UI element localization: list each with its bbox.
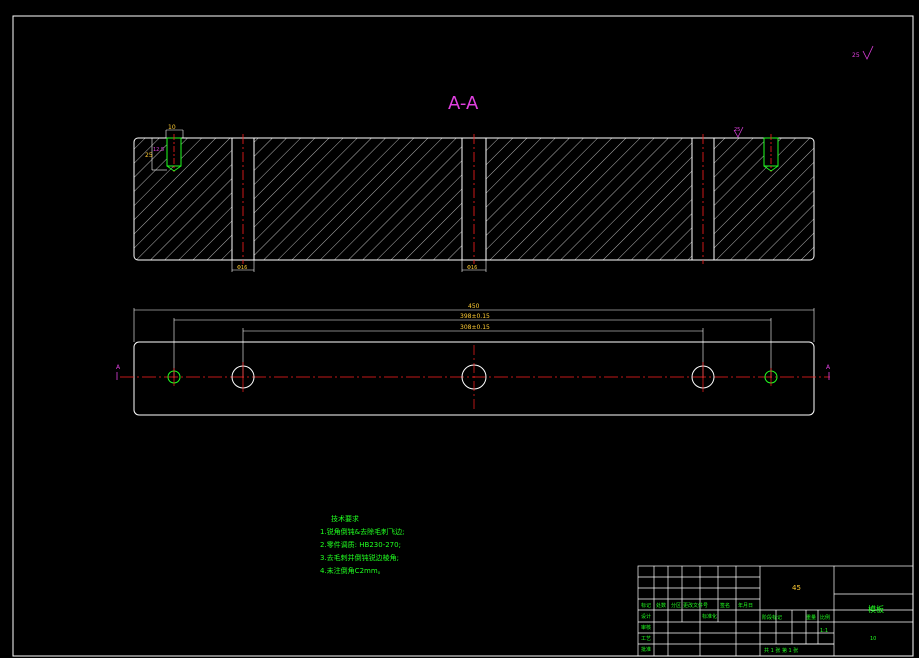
section-mark-right: A (826, 364, 831, 371)
tech-req-item-1: 1.锐角倒钝&去除毛刺飞边; (320, 528, 405, 536)
drawing-canvas: 25 A-A 10 25 12.5 25 Φ16 Φ16 450 398±0.1… (12, 15, 914, 657)
plan-view: 450 398±0.15 308±0.15 A A (116, 303, 831, 416)
tb-sheet: 共 1 张 第 1 张 (764, 647, 798, 654)
tb-weight: 重量 (806, 614, 816, 621)
tb-label-zone: 分区 (671, 602, 681, 609)
tb-scale: 1:1 (820, 628, 828, 634)
tb-label-mark: 标记 (641, 602, 651, 609)
section-title: A-A (448, 93, 479, 114)
tb-label-doc: 更改文件号 (683, 602, 708, 609)
tb-label-count: 处数 (656, 602, 666, 609)
tb-check: 审核 (641, 624, 651, 631)
roughness-left-hole-value: 12.5 (153, 147, 164, 153)
pin-hole-depth-label: 25 (145, 152, 153, 159)
section-mark-left: A (116, 364, 121, 371)
roughness-corner-value: 25 (852, 52, 860, 59)
left-hole-dim-label: Φ16 (237, 265, 247, 271)
tb-design: 设计 (641, 613, 651, 620)
section-view: 10 25 12.5 25 Φ16 Φ16 (133, 124, 815, 272)
tb-drawing-no: 10 (870, 636, 876, 642)
pin-hole-diameter-label: 10 (168, 124, 176, 131)
overall-length-label: 450 (468, 303, 480, 310)
tech-req-heading: 技术要求 (331, 515, 359, 523)
tb-scale-label: 比例 (820, 614, 830, 621)
tb-approve: 批准 (641, 646, 651, 653)
inner-holes-label: 308±0.15 (460, 324, 490, 331)
tech-req-item-4: 4.未注倒角C2mm。 (320, 567, 385, 575)
center-hole-dim-label: Φ16 (467, 265, 477, 271)
tech-req-item-3: 3.去毛刺并倒钝锐边棱角; (320, 554, 400, 562)
tb-stage-mark: 阶段标记 (762, 614, 782, 621)
outer-holes-label: 398±0.15 (460, 313, 490, 320)
tb-label-date: 年月日 (738, 602, 753, 609)
tech-req-item-2: 2.零件调质: HB230-270; (320, 541, 401, 549)
tb-craft: 工艺 (641, 636, 651, 642)
tb-material: 45 (792, 584, 801, 592)
roughness-symbol-corner: 25 (852, 45, 874, 60)
tb-part-name: 模板 (868, 604, 884, 614)
tb-standard: 标准化 (702, 613, 717, 620)
tb-label-sign: 签名 (720, 602, 730, 609)
